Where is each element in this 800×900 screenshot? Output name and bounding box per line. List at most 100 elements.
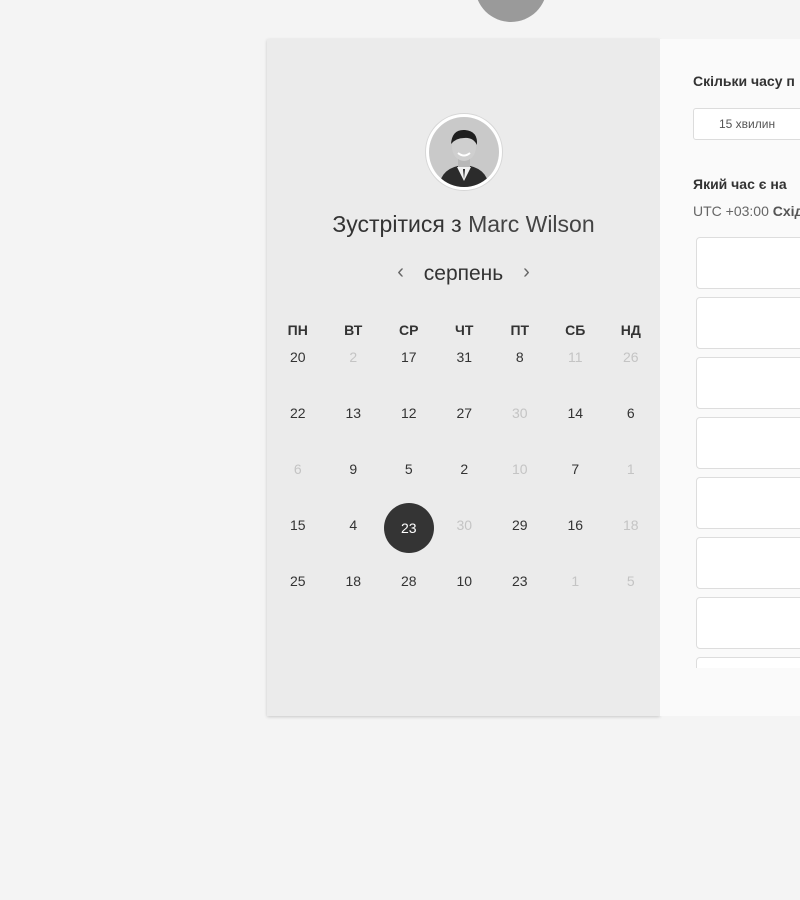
calendar-day: 5 <box>603 569 659 627</box>
calendar-day[interactable]: 18 <box>326 569 382 627</box>
time-question: Який час є на <box>693 176 787 192</box>
calendar-day[interactable]: 22 <box>270 401 326 459</box>
calendar-day: 1 <box>603 457 659 515</box>
timezone-name: Схід <box>772 203 800 219</box>
calendar-day: 10 <box>492 457 548 515</box>
duration-value: 15 хвилин <box>719 117 776 131</box>
calendar-day[interactable]: 14 <box>548 401 604 459</box>
timezone-label[interactable]: UTC +03:00 Схід <box>693 203 800 219</box>
calendar-day-number: 30 <box>511 405 528 421</box>
calendar-day-number: 5 <box>626 573 635 589</box>
time-slot[interactable] <box>696 537 800 589</box>
time-slot[interactable] <box>696 417 800 469</box>
calendar-day-number: 11 <box>567 349 583 365</box>
time-slot[interactable] <box>696 597 800 649</box>
calendar-day-number: 14 <box>567 405 584 421</box>
calendar-day[interactable]: 8 <box>492 345 548 403</box>
calendar-day[interactable]: 9 <box>326 457 382 515</box>
calendar-day-number: 18 <box>622 517 639 533</box>
speech-bubble-logo-icon <box>475 0 547 22</box>
weekday-label: СР <box>399 322 419 338</box>
weekday-label: НД <box>620 322 641 338</box>
calendar-day: 2 <box>326 345 382 403</box>
calendar-day-number: 13 <box>345 405 362 421</box>
calendar-day-number: 28 <box>400 573 417 589</box>
calendar-day[interactable]: 20 <box>270 345 326 403</box>
calendar-day[interactable]: 2 <box>437 457 493 515</box>
calendar-day[interactable]: 16 <box>548 513 604 571</box>
calendar-day-number: 7 <box>571 461 580 477</box>
calendar-day[interactable]: 29 <box>492 513 548 571</box>
calendar-day[interactable]: 12 <box>381 401 437 459</box>
weekday-label: ПН <box>287 322 308 338</box>
calendar-day: 30 <box>492 401 548 459</box>
calendar-day: 26 <box>603 345 659 403</box>
calendar-day[interactable]: 13 <box>326 401 382 459</box>
time-slot[interactable] <box>696 357 800 409</box>
calendar-day-number: 2 <box>349 349 358 365</box>
weekday-label: ПТ <box>510 322 530 338</box>
brand-logo <box>475 0 800 25</box>
calendar-day[interactable]: 10 <box>437 569 493 627</box>
calendar-day-number: 1 <box>626 461 635 477</box>
calendar-day[interactable]: 31 <box>437 345 493 403</box>
calendar-day-number: 5 <box>404 461 413 477</box>
timezone-offset: UTC +03:00 <box>693 203 769 219</box>
time-slot[interactable] <box>696 297 800 349</box>
calendar-day-number: 16 <box>567 517 584 533</box>
month-label: серпень <box>423 262 504 285</box>
calendar-day[interactable]: 28 <box>381 569 437 627</box>
calendar-day[interactable]: 25 <box>270 569 326 627</box>
meeting-title-prefix: Зустрітися з <box>332 211 462 237</box>
calendar-day[interactable]: 27 <box>437 401 493 459</box>
calendar-day-number: 31 <box>456 349 473 365</box>
weekday-label: СБ <box>565 322 586 338</box>
calendar-day-selected[interactable]: 23 <box>381 503 437 571</box>
calendar-day[interactable]: 4 <box>326 513 382 571</box>
calendar-day-number: 10 <box>456 573 473 589</box>
host-name: Marc Wilson <box>468 211 595 237</box>
calendar-day[interactable]: 6 <box>603 401 659 459</box>
calendar-day-number: 8 <box>515 349 524 365</box>
duration-question: Скільки часу п <box>693 73 795 89</box>
calendar-day-number: 30 <box>456 517 473 533</box>
time-slot[interactable] <box>696 657 800 668</box>
calendar-day-number: 18 <box>345 573 362 589</box>
calendar-day: 18 <box>603 513 659 571</box>
calendar-day-number: 29 <box>511 517 528 533</box>
calendar-day-number: 1 <box>571 573 580 589</box>
calendar-day-number: 9 <box>349 461 358 477</box>
avatar-photo <box>429 117 499 187</box>
calendar-day-number: 27 <box>456 405 473 421</box>
calendar-day-number: 6 <box>626 405 635 421</box>
calendar-day-number: 20 <box>289 349 306 365</box>
calendar-day-number: 22 <box>289 405 306 421</box>
chevron-right-icon[interactable]: › <box>523 261 530 284</box>
weekday-label: ЧТ <box>455 322 474 338</box>
calendar-day[interactable]: 15 <box>270 513 326 571</box>
calendar-day[interactable]: 7 <box>548 457 604 515</box>
calendar-grid: 20 2 17 31 8 11 26 22 13 12 27 30 14 6 6 9 5 2 10 7 1 15 4 23 30… <box>270 345 656 625</box>
calendar-day: 1 <box>548 569 604 627</box>
time-slot[interactable] <box>696 477 800 529</box>
calendar-day-number: 23 <box>511 573 528 589</box>
calendar-day-number: 12 <box>400 405 417 421</box>
meeting-title: Зустрітися з Marc Wilson <box>267 211 660 238</box>
calendar-day-number: 17 <box>400 349 417 365</box>
month-navigation: ‹ серпень › <box>267 261 660 286</box>
chevron-left-icon[interactable]: ‹ <box>397 261 404 284</box>
calendar-day: 6 <box>270 457 326 515</box>
calendar-day: 11 <box>548 345 604 403</box>
calendar-day-number: 25 <box>289 573 306 589</box>
time-slot[interactable] <box>696 237 800 289</box>
calendar-day-number: 6 <box>293 461 302 477</box>
host-avatar <box>426 114 502 190</box>
duration-select[interactable]: 15 хвилин <box>693 108 800 140</box>
calendar-day-number: 23 <box>383 503 434 553</box>
weekday-header: ПН ВТ СР ЧТ ПТ СБ НД <box>270 322 656 338</box>
calendar-day[interactable]: 17 <box>381 345 437 403</box>
calendar-day-number: 15 <box>289 517 306 533</box>
calendar-day-number: 10 <box>511 461 528 477</box>
calendar-panel: Зустрітися з Marc Wilson ‹ серпень › ПН В… <box>267 39 660 716</box>
calendar-day[interactable]: 23 <box>492 569 548 627</box>
